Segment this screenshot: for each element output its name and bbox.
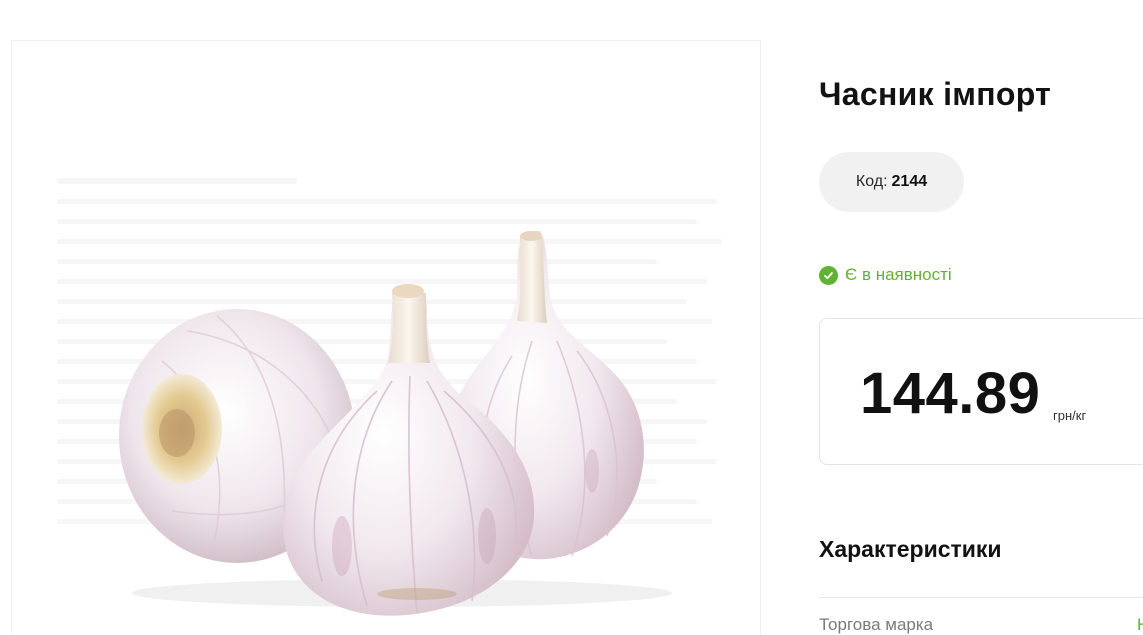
price-box: 144.89 грн/кг <box>819 318 1143 465</box>
product-code-value: 2144 <box>891 173 928 190</box>
stock-status: Є в наявності <box>819 265 952 285</box>
product-code-badge: Код: 2144 <box>819 152 964 212</box>
price-value: 144.89 <box>860 361 1041 426</box>
product-code-label: Код: <box>855 173 888 190</box>
spec-label-brand: Торгова марка <box>819 615 934 634</box>
product-image-card[interactable] <box>11 40 761 635</box>
garlic-product-photo <box>57 178 722 616</box>
characteristics-divider <box>819 597 1143 598</box>
spec-value-brand[interactable]: Н <box>1137 615 1143 635</box>
characteristics-heading: Характеристики <box>819 536 1002 562</box>
product-page: Часник імпорт Код: 2144 Є в наявності 14… <box>0 0 1143 635</box>
stock-status-text: Є в наявності <box>845 265 952 284</box>
price-unit: грн/кг <box>1053 408 1087 423</box>
product-title: Часник імпорт <box>819 76 1052 112</box>
check-circle-icon <box>819 265 838 285</box>
